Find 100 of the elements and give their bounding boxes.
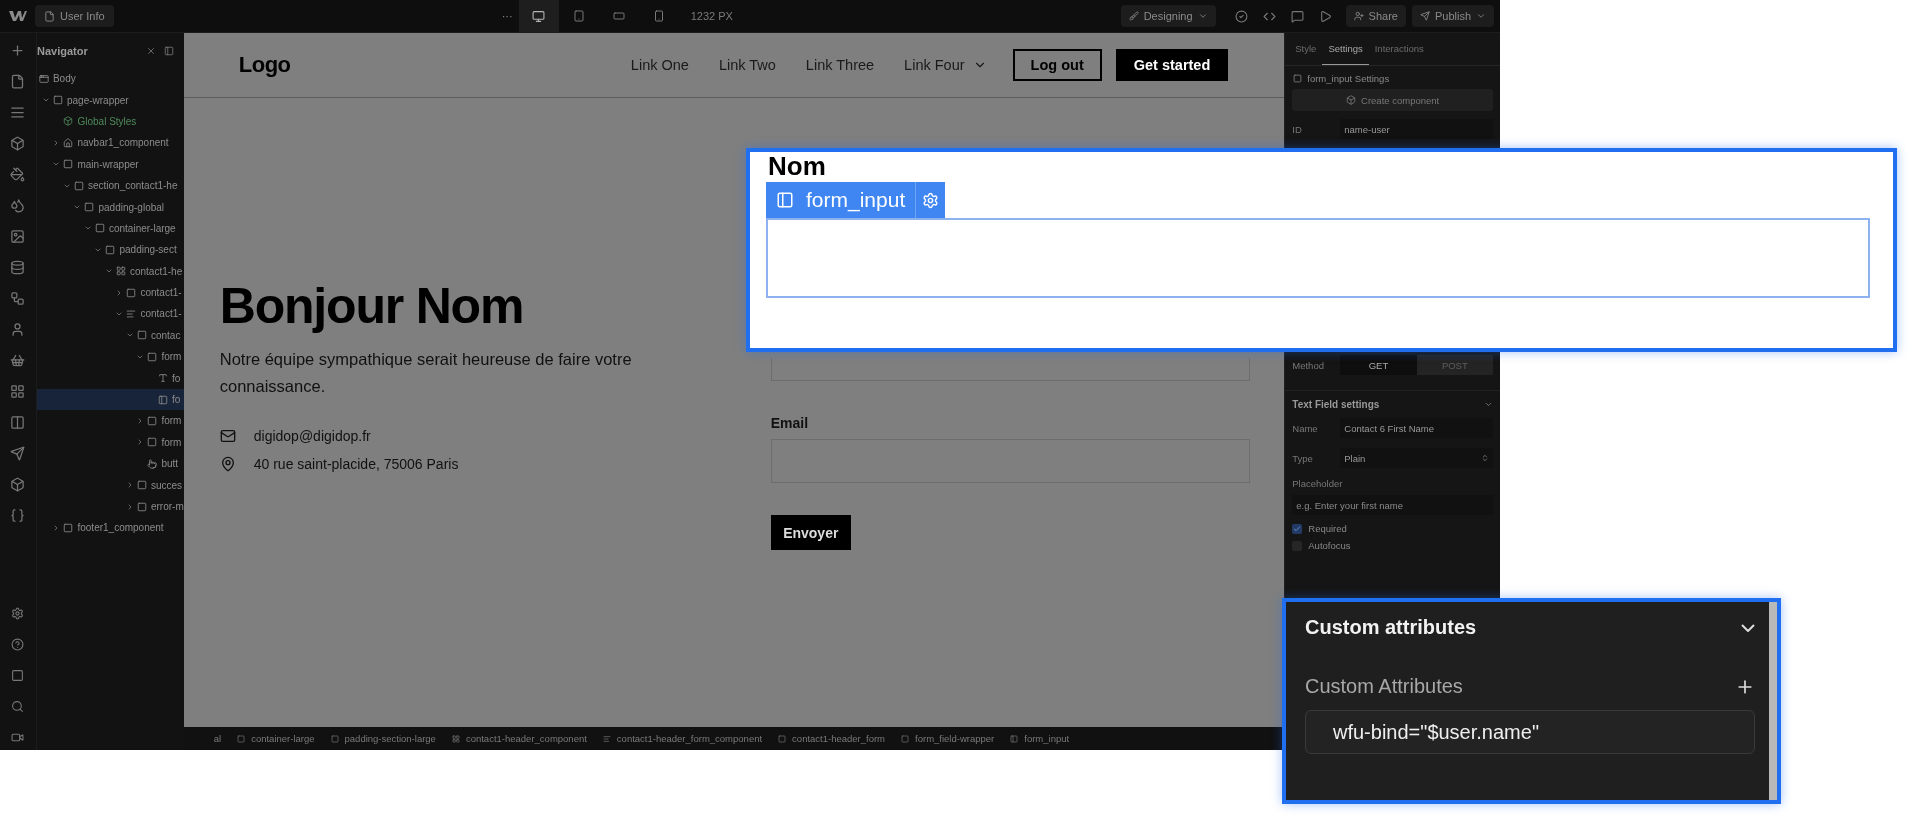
cta-button[interactable]: Get started bbox=[1115, 49, 1229, 81]
tag-text: form_input bbox=[806, 188, 906, 212]
tree-item[interactable]: footer1_component bbox=[36, 517, 184, 539]
tree-item[interactable]: contact1- bbox=[36, 281, 184, 304]
page-icon bbox=[10, 73, 26, 89]
caret-icon[interactable] bbox=[115, 310, 124, 318]
tree-item[interactable]: fo bbox=[36, 388, 184, 411]
send-icon bbox=[1419, 11, 1430, 21]
breakpoint-button[interactable] bbox=[518, 0, 559, 32]
settings-icon bbox=[922, 191, 940, 209]
square-icon bbox=[73, 180, 84, 191]
tree-item[interactable]: contact1- bbox=[36, 303, 184, 325]
tree-item[interactable]: contac bbox=[36, 324, 184, 347]
logo-text: Logo bbox=[238, 52, 291, 78]
breadcrumb-item[interactable]: container-large bbox=[237, 733, 315, 744]
user-icon bbox=[10, 321, 26, 337]
tree-item[interactable]: padding-global bbox=[36, 196, 184, 218]
tree-item[interactable]: navbar1_component bbox=[36, 132, 184, 154]
breadcrumb-item[interactable]: form_field-wrapper bbox=[901, 733, 995, 744]
tree-item[interactable]: section_contact1-he bbox=[36, 174, 184, 197]
share-button[interactable]: Share bbox=[1345, 5, 1406, 27]
square-icon bbox=[63, 159, 74, 170]
hero-text: Notre équipe sympathique serait heureuse de faire votre connaissance. bbox=[219, 349, 633, 397]
nav-link[interactable]: Link Four bbox=[904, 57, 987, 73]
square-icon bbox=[136, 480, 147, 491]
breadcrumb-item[interactable]: form_input bbox=[1010, 733, 1070, 744]
tree-item[interactable]: form bbox=[36, 410, 184, 432]
basket-icon bbox=[10, 352, 26, 368]
more-button[interactable]: ··· bbox=[495, 10, 519, 22]
logo-icon bbox=[9, 10, 27, 22]
square-icon bbox=[84, 202, 95, 213]
panel-title: Navigator bbox=[36, 44, 89, 57]
nav-link[interactable]: Link One bbox=[630, 57, 689, 73]
square-icon bbox=[52, 95, 63, 106]
id-field[interactable]: name-user bbox=[1340, 119, 1493, 139]
square-icon bbox=[901, 734, 910, 743]
panel-tab[interactable]: Style bbox=[1289, 33, 1323, 65]
section-title: Text Field settings bbox=[1292, 399, 1380, 410]
name-field[interactable]: Contact 6 First Name bbox=[1340, 418, 1493, 438]
panel-tab[interactable]: Settings bbox=[1322, 33, 1369, 65]
square-icon bbox=[1293, 74, 1303, 83]
tree-item[interactable]: main-wrapper bbox=[36, 153, 184, 175]
square-icon bbox=[778, 734, 787, 743]
field-label: Type bbox=[1292, 452, 1314, 464]
tree-item[interactable]: form bbox=[36, 346, 184, 368]
tree-item[interactable]: contact1-he bbox=[36, 260, 184, 282]
page-icon bbox=[44, 10, 55, 22]
breadcrumb-item[interactable]: al bbox=[213, 733, 222, 744]
breadcrumb-item[interactable]: contact1-header_component bbox=[451, 733, 587, 744]
square-icon bbox=[237, 734, 246, 743]
panel-tab[interactable]: Interactions bbox=[1368, 33, 1430, 65]
chevron-icon bbox=[1197, 11, 1208, 21]
checkbox-label: Autofocus bbox=[1308, 540, 1351, 551]
field-label: Name bbox=[1292, 422, 1319, 434]
home-icon bbox=[63, 137, 74, 148]
tree-item[interactable]: error-m bbox=[36, 495, 184, 518]
breadcrumb-item[interactable]: padding-section-large bbox=[330, 733, 436, 744]
tree-item[interactable]: form bbox=[36, 431, 184, 454]
scrollbar[interactable] bbox=[1769, 602, 1777, 800]
tree-item[interactable]: Global Styles bbox=[36, 110, 184, 133]
square-icon bbox=[105, 244, 116, 255]
type-select[interactable]: Plain bbox=[1340, 448, 1493, 468]
nav-link[interactable]: Link Two bbox=[718, 57, 776, 73]
updown-icon bbox=[1481, 454, 1489, 462]
desktop-icon bbox=[532, 9, 546, 23]
tree-item[interactable]: padding-sect bbox=[36, 239, 184, 261]
check-icon bbox=[1235, 9, 1249, 23]
breadcrumb-item[interactable]: contact1-header_form bbox=[778, 733, 886, 744]
input-field[interactable] bbox=[770, 358, 1250, 381]
tree-item[interactable]: butt bbox=[36, 453, 184, 475]
tree-item[interactable]: page-wrapper bbox=[36, 89, 184, 111]
mode-dropdown[interactable]: Designing bbox=[1120, 5, 1216, 27]
create-component-button[interactable]: Create component bbox=[1292, 89, 1493, 111]
contact-text: digidop@digidop.fr bbox=[253, 428, 371, 444]
settings-title: form_input Settings bbox=[1307, 73, 1390, 84]
checkbox[interactable] bbox=[1292, 523, 1303, 534]
phone-icon bbox=[652, 10, 665, 22]
logout-button[interactable]: Log out bbox=[1012, 49, 1102, 81]
breadcrumb-item[interactable]: contact1-header_form_component bbox=[602, 733, 763, 744]
settings-icon bbox=[11, 606, 25, 620]
publish-button[interactable]: Publish bbox=[1411, 5, 1494, 27]
square-icon bbox=[63, 522, 74, 533]
field-label: Custom Attributes bbox=[1305, 675, 1463, 698]
page-button[interactable]: User Info bbox=[35, 5, 114, 27]
tree-item[interactable]: fo bbox=[36, 367, 184, 389]
submit-button[interactable]: Envoyer bbox=[770, 515, 851, 550]
field-label: Email bbox=[770, 415, 810, 431]
input-field[interactable] bbox=[766, 218, 1870, 298]
square-icon bbox=[147, 415, 158, 426]
tree-item[interactable]: succes bbox=[36, 474, 184, 496]
pointer-icon bbox=[147, 458, 158, 469]
cube-icon bbox=[10, 135, 26, 151]
attribute-field[interactable]: wfu-bind="$user.name" bbox=[1305, 710, 1755, 754]
nav-link[interactable]: Link Three bbox=[805, 57, 875, 73]
image-icon bbox=[10, 228, 26, 244]
tablet-icon bbox=[572, 10, 585, 22]
placeholder-field[interactable]: e.g. Enter your first name bbox=[1292, 495, 1493, 515]
method-option[interactable]: GET bbox=[1340, 355, 1417, 375]
tree-item[interactable]: container-large bbox=[36, 217, 184, 240]
tree-item[interactable]: Body bbox=[36, 68, 184, 90]
